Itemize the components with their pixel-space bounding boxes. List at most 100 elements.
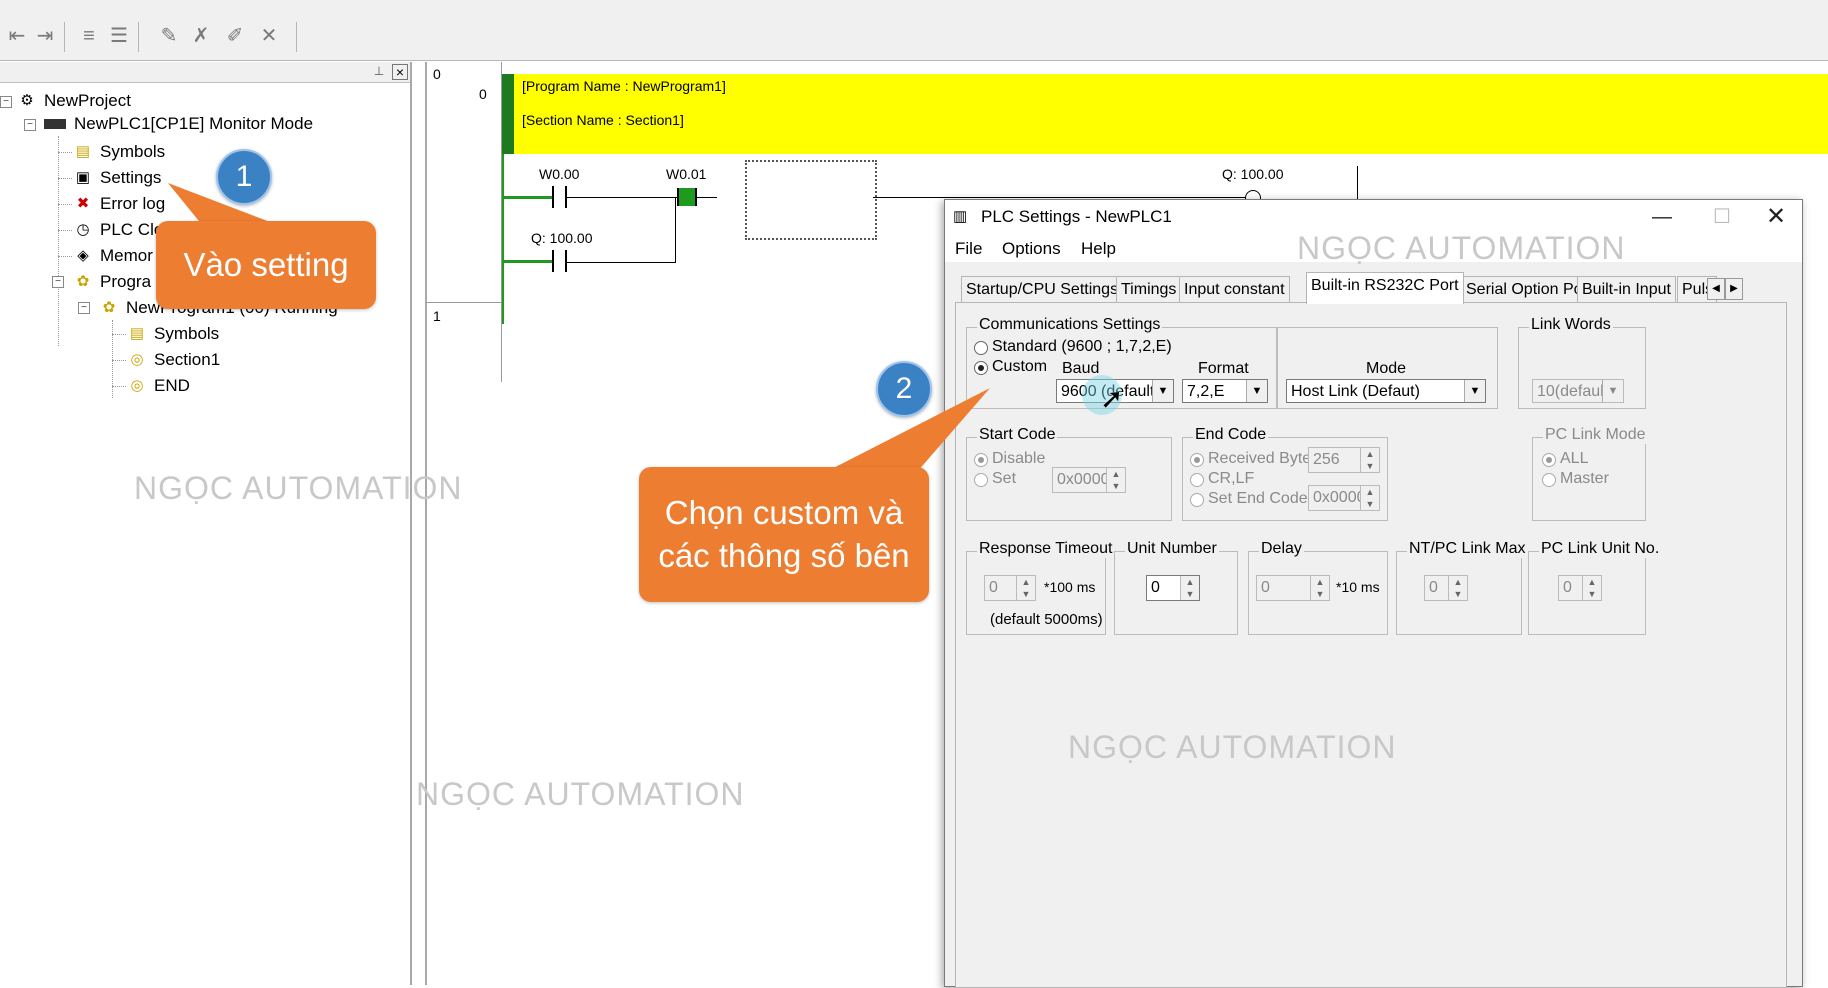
section-icon: ◎ (130, 351, 144, 368)
rung-comment-banner: [Program Name : NewProgram1] [Section Na… (502, 74, 1828, 154)
delay-input: 0 ▲ ▼ (1256, 575, 1330, 601)
comm-settings-label: Communications Settings (977, 316, 1163, 334)
spin-icon: ▲ ▼ (1016, 576, 1035, 600)
tab-scroll-left-icon[interactable]: ◀ (1707, 278, 1725, 300)
minimize-icon[interactable]: — (1637, 202, 1687, 232)
chevron-down-icon: ▼ (1602, 380, 1623, 402)
radio-standard[interactable] (974, 341, 988, 355)
indent-right-icon[interactable]: ⇥ (32, 24, 58, 48)
collapse-icon[interactable]: − (52, 276, 64, 288)
unit-number-input[interactable]: 0 ▲ ▼ (1146, 575, 1200, 601)
tree-item-plc-clock[interactable]: ◷ PLC Clo (74, 218, 163, 242)
pc-link-unit-label: PC Link Unit No. (1539, 540, 1662, 558)
link-words-select: 10(default) ▼ (1532, 379, 1624, 403)
tree-item-memory[interactable]: ◈ Memor (74, 244, 153, 268)
end-code-input: 0x0000 ▲ ▼ (1308, 485, 1380, 511)
chevron-down-icon: ▼ (1464, 380, 1485, 402)
spin-icon: ▲ ▼ (1448, 576, 1467, 600)
collapse-icon[interactable]: − (78, 302, 90, 314)
watermark: NGỌC AUTOMATION (134, 470, 463, 506)
radio-custom[interactable] (974, 361, 988, 375)
wire (567, 197, 675, 198)
toolbar-separator (296, 22, 297, 52)
close-icon[interactable]: ✕ (1751, 202, 1801, 232)
tree-item-programs[interactable]: ✿ Progra (74, 270, 151, 294)
collapse-icon[interactable]: − (0, 96, 12, 108)
collapse-icon[interactable]: − (24, 119, 36, 131)
tree-item-plc[interactable]: NewPLC1[CP1E] Monitor Mode (44, 112, 313, 136)
tab-scroll-right-icon[interactable]: ▶ (1725, 278, 1743, 300)
dialog-title: PLC Settings - NewPLC1 (981, 207, 1172, 226)
mode-select[interactable]: Host Link (Defaut) ▼ (1286, 379, 1486, 403)
tab-input-constant[interactable]: Input constant (1179, 276, 1290, 303)
contact-q10000-left[interactable] (552, 250, 554, 272)
radio-pc-link-master (1542, 473, 1556, 487)
tab-builtin-rs232c[interactable]: Built-in RS232C Port (1306, 272, 1464, 304)
response-timeout-note: (default 5000ms) (990, 611, 1103, 628)
tree-item-settings[interactable]: ▣ Settings (74, 166, 162, 190)
spin-icon: ▲ ▼ (1360, 448, 1379, 472)
radio-received-bytes-label: Received Bytes (1208, 450, 1320, 467)
tab-builtin-input[interactable]: Built-in Input (1577, 276, 1676, 303)
energized-wire (504, 260, 552, 263)
list-icon[interactable]: ≡ (76, 24, 102, 48)
spin-icon: ▲ ▼ (1106, 468, 1125, 492)
step-badge-1: 1 (216, 149, 272, 205)
tab-timings[interactable]: Timings (1116, 276, 1182, 303)
plc-icon: ▥ (953, 208, 968, 225)
radio-pc-link-master-label: Master (1560, 470, 1609, 487)
contact-w000-left[interactable] (552, 186, 554, 208)
tree-item-project[interactable]: ⚙ NewProject (18, 89, 131, 113)
callout-2-line2: các thông số bên (658, 537, 910, 574)
tree-item-end[interactable]: ◎ END (128, 374, 189, 398)
spin-icon[interactable]: ▲ ▼ (1180, 576, 1199, 600)
menu-options[interactable]: Options (1002, 239, 1061, 259)
radio-pc-link-all (1542, 453, 1556, 467)
wrench-remove-icon[interactable]: ✕ (256, 24, 282, 48)
settings-icon: ▣ (75, 169, 91, 186)
tab-startup-cpu[interactable]: Startup/CPU Settings (961, 276, 1124, 303)
rung-number: 1 (433, 308, 441, 324)
tree-item-symbols[interactable]: ▤ Symbols (74, 140, 165, 164)
menu-file[interactable]: File (955, 239, 982, 259)
cursor-cell[interactable] (745, 160, 877, 240)
format-label: Format (1198, 360, 1249, 377)
rung-step: 0 (479, 86, 487, 102)
contact-w001[interactable] (677, 188, 697, 206)
pin-icon[interactable]: ⊥ (372, 64, 386, 78)
close-icon[interactable]: × (392, 64, 408, 80)
indent-left-icon[interactable]: ⇤ (4, 24, 30, 48)
wrench-cross-icon[interactable]: ✗ (188, 24, 214, 48)
format-select[interactable]: 7,2,E ▼ (1182, 379, 1268, 403)
spin-icon: ▲ ▼ (1310, 576, 1329, 600)
wrench-double-icon[interactable]: ✐ (222, 24, 248, 48)
rung-divider (427, 302, 501, 303)
tree-item-error-log[interactable]: ✖ Error log (74, 192, 165, 216)
program-icon: ✿ (102, 299, 116, 316)
radio-custom-label: Custom (992, 358, 1048, 375)
baud-label: Baud (1062, 360, 1100, 377)
watermark: NGỌC AUTOMATION (416, 776, 745, 812)
wrench-icon[interactable]: ✎ (156, 24, 182, 48)
contact-q10000-right[interactable] (565, 250, 567, 272)
contact-w000-label: W0.00 (539, 166, 580, 182)
received-bytes-input: 256 ▲ ▼ (1308, 447, 1380, 473)
tree-item-section1[interactable]: ◎ Section1 (128, 348, 220, 372)
wire (567, 262, 675, 263)
radio-pc-link-all-label: ALL (1560, 450, 1589, 467)
response-timeout-label: Response Timeout (977, 540, 1115, 558)
ntpc-link-max-input: 0 ▲ ▼ (1424, 575, 1468, 601)
tree-item-program-symbols[interactable]: ▤ Symbols (128, 322, 219, 346)
spin-icon: ▲ ▼ (1360, 486, 1379, 510)
symbols-icon: ▤ (75, 143, 91, 160)
toolbar-separator (64, 22, 65, 52)
watermark: NGỌC AUTOMATION (1068, 729, 1397, 765)
plc-icon (44, 119, 66, 129)
pc-link-mode-label: PC Link Mode (1543, 426, 1648, 444)
maximize-icon: ☐ (1713, 206, 1731, 228)
menu-help[interactable]: Help (1081, 239, 1116, 259)
list-numbered-icon[interactable]: ☰ (106, 24, 132, 48)
symbols-icon: ▤ (129, 325, 145, 342)
radio-set-end-code (1190, 493, 1204, 507)
link-words-label: Link Words (1529, 316, 1613, 334)
